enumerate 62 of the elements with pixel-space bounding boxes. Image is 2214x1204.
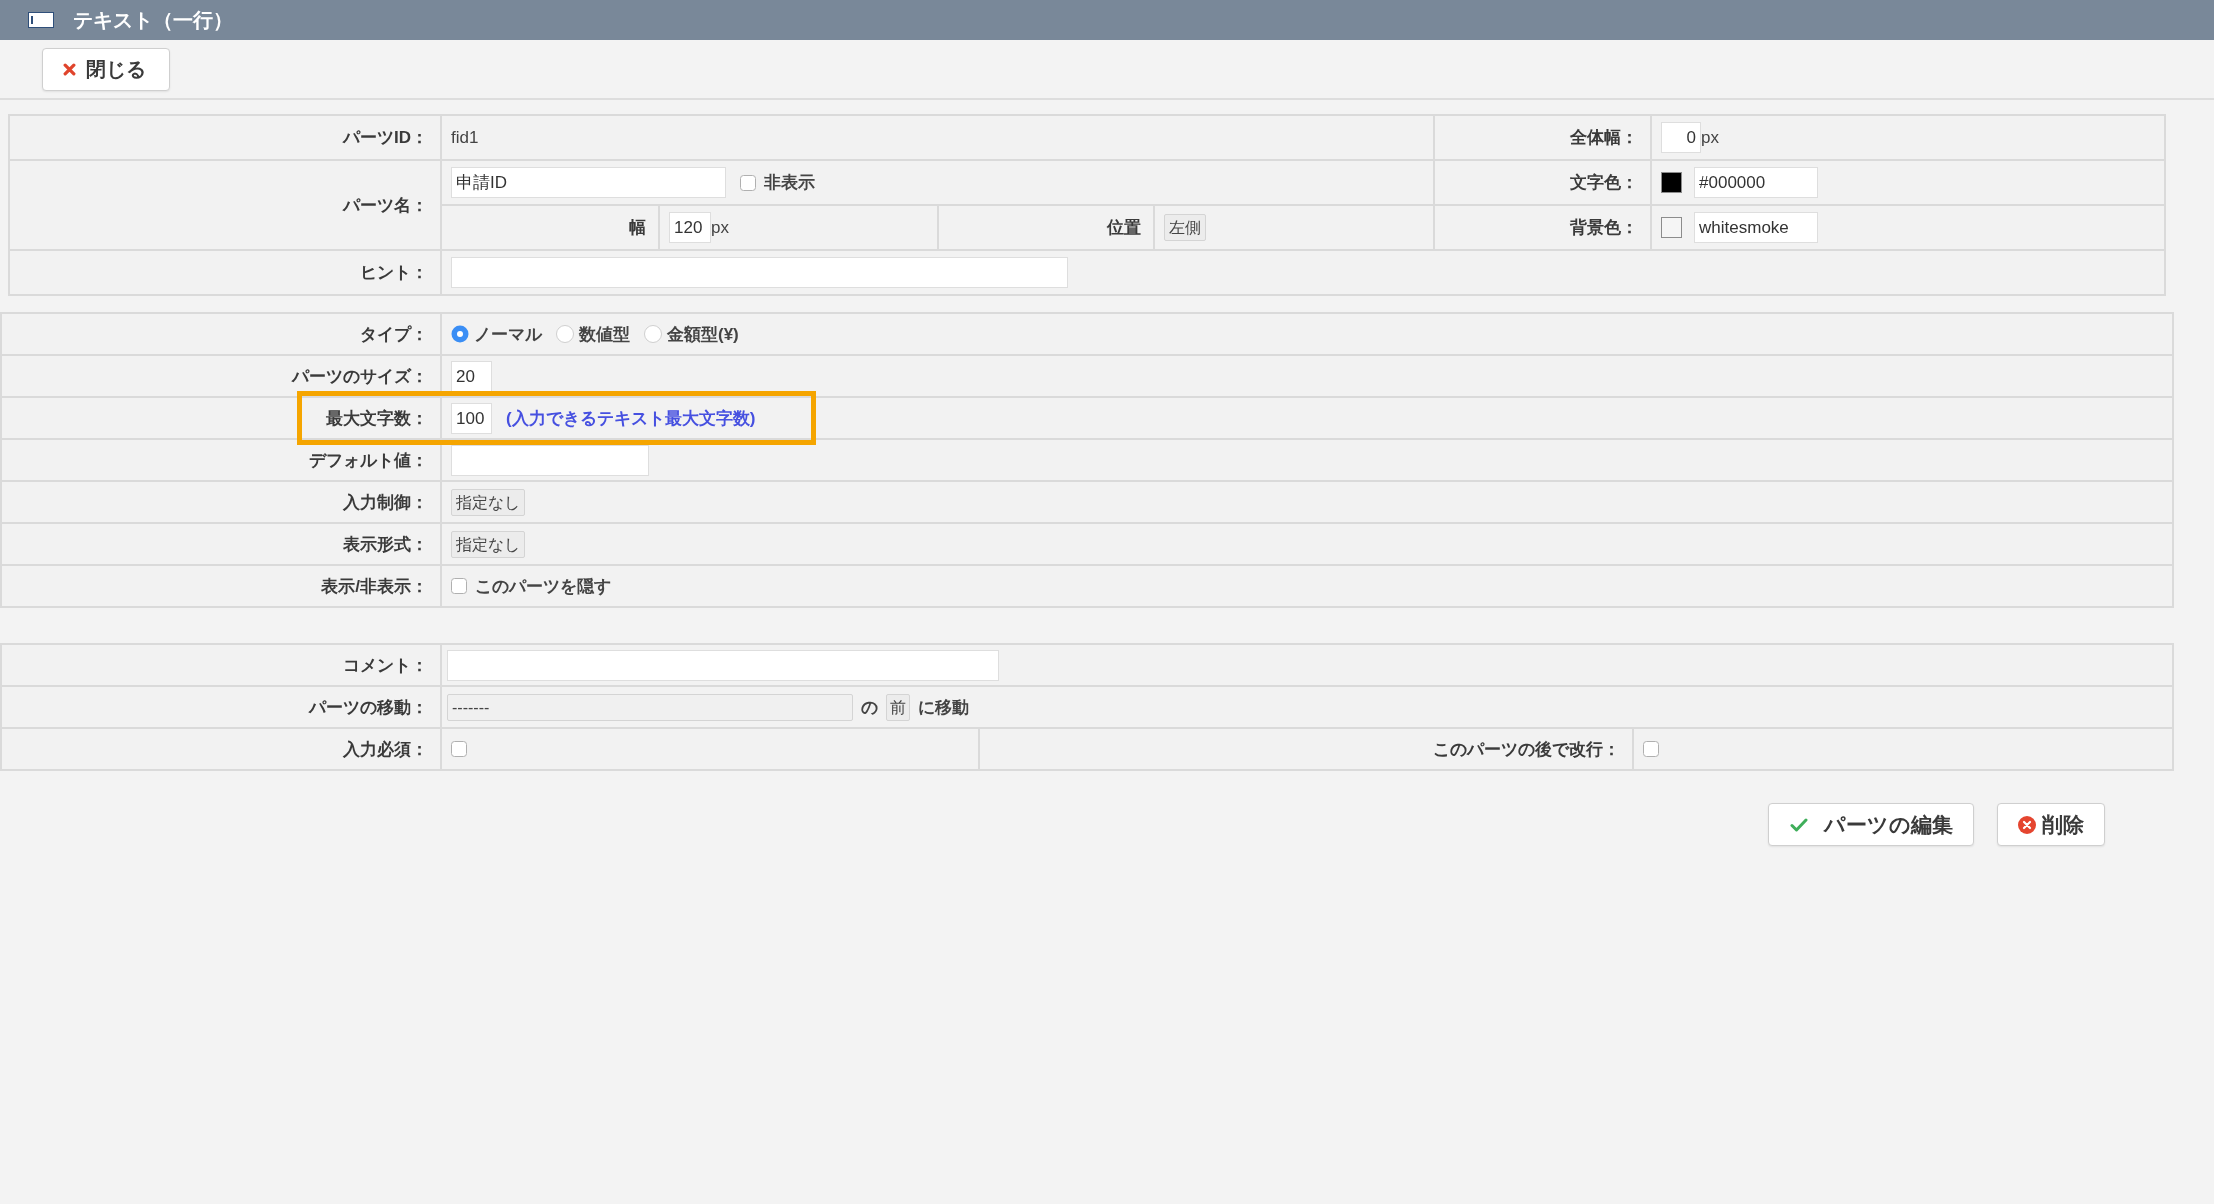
field-label: パーツのサイズ： [292, 366, 428, 386]
check-icon [1790, 817, 1808, 832]
text-field[interactable]: #000000 [1694, 167, 1819, 198]
radio-button[interactable] [556, 325, 574, 343]
close-button[interactable]: 閉じる [42, 47, 170, 91]
dropdown[interactable]: ------- [447, 693, 853, 721]
checkbox[interactable] [451, 741, 467, 757]
radio-label: 数値型 [579, 323, 630, 346]
window-title: テキスト（一行） [73, 8, 233, 32]
text-field[interactable]: 申請ID [451, 167, 726, 198]
radio-button[interactable] [644, 325, 662, 343]
radio-button[interactable] [451, 325, 469, 343]
checkbox[interactable] [1643, 741, 1659, 757]
field-label: パーツID： [343, 128, 428, 147]
field-label: タイプ： [360, 324, 428, 344]
field-label: 幅 [629, 218, 646, 237]
text-field[interactable] [447, 649, 999, 681]
text-field[interactable]: 20 [451, 360, 492, 392]
field-label: 入力必須： [343, 739, 428, 759]
connector-text: の [861, 696, 878, 719]
field-value: fid1 [451, 127, 479, 147]
field-label: 最大文字数： [326, 408, 428, 428]
edit-button[interactable]: パーツの編集 [1768, 803, 1974, 846]
checkbox-label: 非表示 [764, 172, 815, 194]
text-field[interactable] [451, 444, 649, 476]
dropdown[interactable]: 指定なし [451, 530, 525, 558]
field-label: 全体幅： [1570, 128, 1639, 147]
checkbox[interactable] [451, 578, 467, 594]
field-label: 入力制御： [343, 492, 428, 512]
color-swatch-icon[interactable] [1661, 172, 1683, 193]
unit-label: px [711, 217, 729, 238]
field-label: 文字色： [1570, 173, 1639, 192]
field-label: コメント： [343, 655, 428, 675]
text-field[interactable]: 0 [1661, 122, 1702, 153]
suffix-text: に移動 [918, 696, 969, 719]
text-field[interactable]: whitesmoke [1694, 212, 1819, 243]
text-field[interactable] [451, 257, 1068, 288]
field-label: このパーツの後で改行： [1433, 739, 1620, 759]
field-label: 位置 [1107, 218, 1141, 237]
hint-text: (入力できるテキスト最大文字数) [506, 407, 756, 430]
field-label: 表示形式： [343, 534, 428, 554]
field-label: ヒント： [360, 263, 428, 282]
dropdown[interactable]: 左側 [1164, 214, 1206, 241]
dropdown[interactable]: 前 [886, 693, 910, 721]
radio-label: ノーマル [474, 323, 542, 346]
field-label: パーツの移動： [309, 697, 428, 717]
delete-button[interactable]: 削除 [1997, 803, 2105, 846]
text-field[interactable]: 100 [451, 402, 492, 434]
text-field[interactable]: 120 [669, 212, 711, 243]
radio-label: 金額型(¥) [667, 323, 739, 346]
field-label: 表示/非表示： [321, 576, 428, 596]
color-swatch-icon[interactable] [1661, 217, 1683, 238]
field-label: デフォルト値： [309, 450, 428, 470]
unit-label: px [1701, 127, 1719, 148]
window-icon [28, 12, 54, 28]
checkbox[interactable] [740, 174, 756, 191]
dropdown[interactable]: 指定なし [451, 488, 525, 516]
field-label: 背景色： [1570, 218, 1639, 237]
checkbox-label: このパーツを隠す [475, 575, 611, 598]
field-label: パーツ名： [343, 195, 428, 215]
x-circle-icon [2018, 815, 2036, 834]
close-icon [63, 62, 76, 76]
